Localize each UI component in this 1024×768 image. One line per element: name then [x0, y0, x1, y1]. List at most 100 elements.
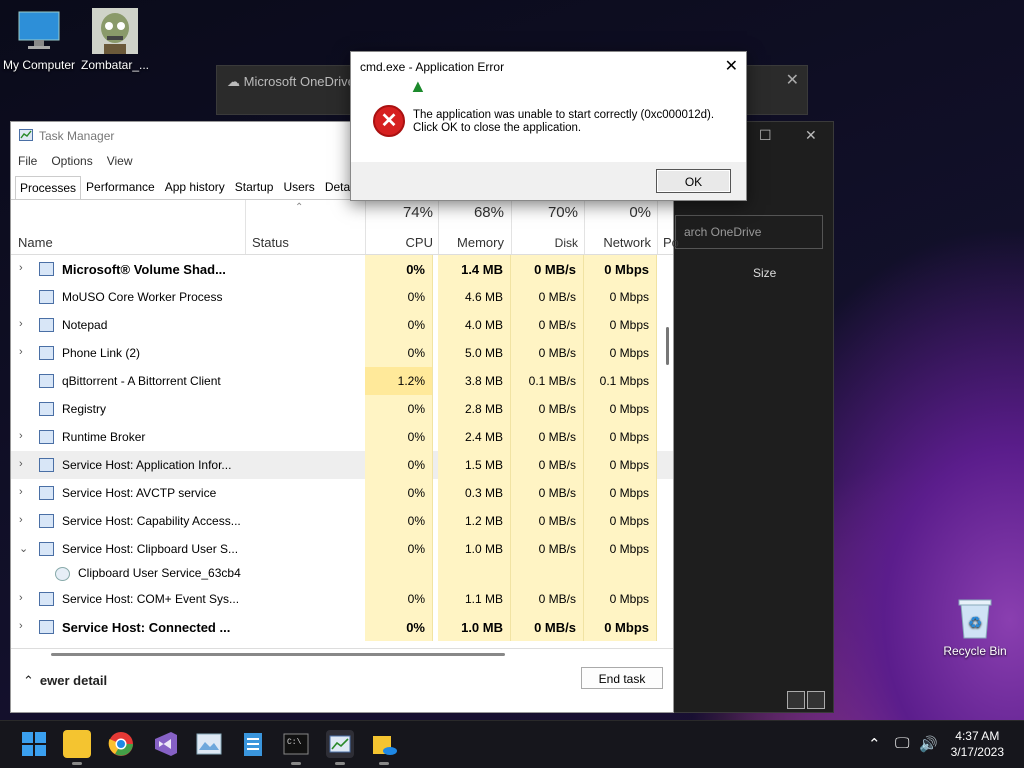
cpu-value: 0% [407, 430, 425, 444]
error-message-line1: The application was unable to start corr… [413, 109, 715, 121]
column-name[interactable]: Name [18, 235, 53, 250]
column-disk[interactable]: Disk [511, 236, 578, 250]
process-icon [39, 514, 54, 528]
expand-chevron-icon[interactable]: › [19, 430, 23, 442]
expand-chevron-icon[interactable]: ⌄ [19, 542, 28, 555]
process-name: Registry [62, 402, 107, 416]
column-status[interactable]: Status [252, 235, 289, 250]
clock[interactable]: 4:37 AM 3/17/2023 [951, 728, 1004, 760]
process-icon [39, 458, 54, 472]
window-title: Task Manager [39, 129, 115, 143]
search-onedrive-input[interactable]: arch OneDrive [675, 215, 823, 249]
column-power[interactable]: Po [663, 235, 679, 250]
vertical-scrollbar[interactable] [666, 327, 669, 365]
desktop-icon-recycle-bin[interactable]: ♻ Recycle Bin [940, 598, 1010, 658]
tab-startup[interactable]: Startup [230, 175, 279, 199]
expand-chevron-icon[interactable]: › [19, 592, 23, 604]
disk-value: 0 MB/s [538, 458, 576, 472]
expand-chevron-icon[interactable]: › [19, 346, 23, 358]
cpu-percent: 74% [402, 204, 433, 221]
tab-processes[interactable]: Processes [15, 176, 82, 199]
monitor-icon [16, 8, 62, 54]
process-icon [39, 486, 54, 500]
tab-users[interactable]: Users [278, 175, 319, 199]
net-value: 0 Mbps [609, 318, 649, 332]
expand-chevron-icon[interactable]: › [19, 620, 23, 632]
ok-button[interactable]: OK [656, 169, 731, 193]
column-network[interactable]: Network [584, 235, 651, 250]
table-row[interactable]: › Service Host: COM+ Event Sys... 0% 1.1 MB… [11, 585, 673, 613]
details-view-icon[interactable] [787, 691, 805, 709]
onedrive-folder-icon[interactable] [370, 730, 398, 765]
start-icon[interactable] [20, 730, 48, 758]
notepad-icon[interactable] [239, 730, 267, 758]
mem-value: 3.8 MB [464, 374, 503, 388]
table-row[interactable]: MoUSO Core Worker Process 0% 4.6 MB 0 MB/s 0… [11, 283, 673, 311]
end-task-button[interactable]: End task [581, 667, 663, 689]
expand-chevron-icon[interactable]: › [19, 514, 23, 526]
menu-options[interactable]: Options [51, 154, 92, 168]
mem-value: 4.0 MB [464, 318, 503, 332]
task-manager-icon[interactable] [326, 730, 354, 765]
table-row[interactable]: › Notepad 0% 4.0 MB 0 MB/s 0 Mbps [11, 311, 673, 339]
expand-chevron-icon[interactable]: › [19, 262, 23, 274]
cpu-value: 0% [407, 402, 425, 416]
table-row[interactable]: › Service Host: AVCTP service 0% 0.3 MB 0 MB… [11, 479, 673, 507]
close-icon[interactable]: ✕ [725, 56, 738, 76]
table-row[interactable]: › Microsoft® Volume Shad... 0% 1.4 MB 0 MB/s… [11, 255, 673, 283]
table-row[interactable]: › Service Host: Application Infor... 0% 1.5… [11, 451, 673, 479]
cpu-value: 0% [407, 290, 425, 304]
table-row[interactable]: › Service Host: Connected ... 0% 1.0 MB 0 MB… [11, 613, 673, 641]
close-icon[interactable]: ✕ [786, 70, 799, 90]
volume-icon[interactable]: 🔊 [919, 735, 938, 753]
process-name: Service Host: Connected ... [62, 620, 231, 635]
network-icon[interactable]: 🖵 [895, 735, 909, 752]
close-icon[interactable]: ✕ [805, 127, 817, 144]
table-row[interactable]: Registry 0% 2.8 MB 0 MB/s 0 Mbps [11, 395, 673, 423]
process-icon [39, 592, 54, 606]
mem-value: 1.4 MB [461, 262, 503, 277]
tab-app-history[interactable]: App history [160, 175, 230, 199]
table-row[interactable]: › Runtime Broker 0% 2.4 MB 0 MB/s 0 Mbps [11, 423, 673, 451]
mem-value: 1.0 MB [464, 542, 503, 556]
mem-value: 0.3 MB [464, 486, 503, 500]
visual-studio-icon[interactable] [151, 730, 179, 758]
expand-chevron-icon[interactable]: › [19, 458, 23, 470]
table-row[interactable]: › Service Host: Capability Access... 0% 1.2… [11, 507, 673, 535]
table-row[interactable]: Clipboard User Service_63cb4 [11, 563, 673, 585]
mem-value: 1.2 MB [464, 514, 503, 528]
large-icons-view-icon[interactable] [807, 691, 825, 709]
table-row[interactable]: › Phone Link (2) 0% 5.0 MB 0 MB/s 0 Mbps [11, 339, 673, 367]
column-memory[interactable]: Memory [438, 235, 504, 250]
cpu-value: 0% [407, 486, 425, 500]
menu-file[interactable]: File [18, 154, 37, 168]
process-icon [39, 290, 54, 304]
process-list: › Microsoft® Volume Shad... 0% 1.4 MB 0 MB/s… [11, 255, 673, 643]
fewer-details-button[interactable]: ⌃ ewer detail [23, 673, 107, 689]
column-cpu[interactable]: CPU [365, 235, 433, 250]
table-row[interactable]: ⌄ Service Host: Clipboard User S... 0% 1.0 … [11, 535, 673, 563]
size-column-header[interactable]: Size [753, 266, 776, 280]
photos-icon[interactable] [195, 730, 223, 758]
process-icon [39, 620, 54, 634]
terminal-icon[interactable]: C:\ [282, 730, 310, 765]
maximize-icon[interactable]: ☐ [759, 127, 772, 144]
table-row[interactable]: qBittorrent - A Bittorrent Client 1.2% 3.8… [11, 367, 673, 395]
desktop-icon-zombatar[interactable]: Zombatar_... [70, 8, 160, 72]
chrome-icon[interactable] [107, 730, 135, 758]
cpu-value: 0% [406, 620, 425, 635]
expand-chevron-icon[interactable]: › [19, 318, 23, 330]
menu-view[interactable]: View [107, 154, 133, 168]
process-icon [39, 402, 54, 416]
disk-value: 0 MB/s [538, 486, 576, 500]
chevron-up-icon[interactable]: ⌃ [868, 735, 881, 753]
file-explorer-icon[interactable] [63, 730, 91, 765]
expand-chevron-icon[interactable]: › [19, 486, 23, 498]
tab-performance[interactable]: Performance [81, 175, 160, 199]
net-value: 0 Mbps [609, 430, 649, 444]
disk-percent: 70% [547, 204, 578, 221]
application-error-dialog: cmd.exe - Application Error ✕ ✕ The appl… [350, 51, 747, 201]
cpu-value: 0% [407, 542, 425, 556]
disk-value: 0 MB/s [538, 318, 576, 332]
process-icon [39, 374, 54, 388]
